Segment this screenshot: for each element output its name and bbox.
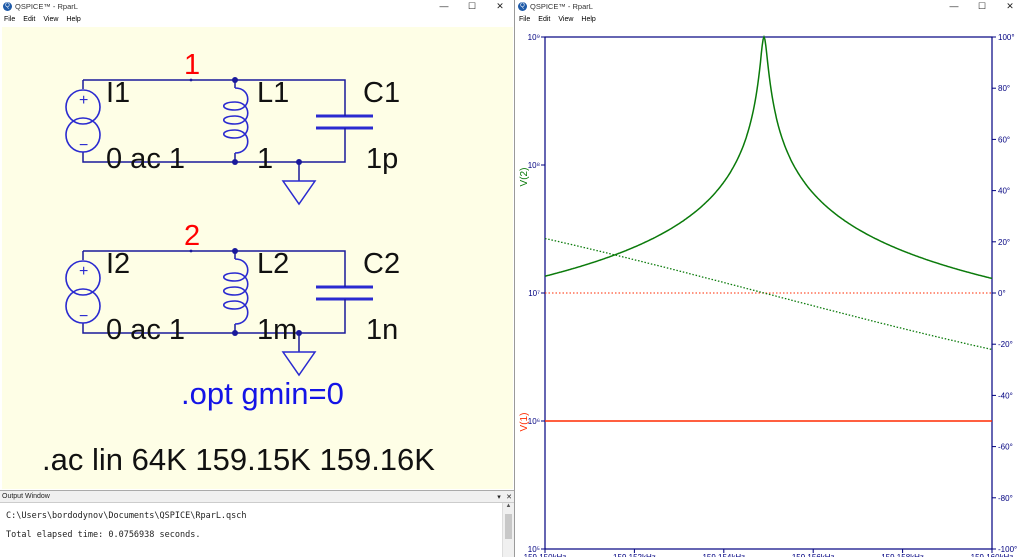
minimize-button[interactable]: — xyxy=(940,0,968,13)
inductor-value-l2[interactable]: 1m xyxy=(257,314,297,346)
output-window: Output Window ▾ ✕ C:\Users\bordodynov\Do… xyxy=(0,490,514,557)
plus-sign: + xyxy=(79,263,88,280)
plus-sign: + xyxy=(79,92,88,109)
capacitor-c1[interactable] xyxy=(316,114,373,130)
cap-value-c2[interactable]: 1n xyxy=(366,314,398,346)
y-right-tick-label: -40° xyxy=(998,391,1013,400)
menu-bar: File Edit View Help xyxy=(515,13,1024,25)
y-left-tick-label: 10⁹ xyxy=(528,33,540,42)
v2-magnitude-trace[interactable] xyxy=(544,34,993,280)
maximize-button[interactable]: ☐ xyxy=(968,0,996,13)
ground-symbol xyxy=(281,180,317,206)
minus-sign: − xyxy=(79,137,88,154)
title-bar[interactable]: Q QSPICE™ - RparL — ☐ ✕ xyxy=(0,0,514,13)
window-title: QSPICE™ - RparL xyxy=(530,2,593,11)
net-label-1[interactable]: 1 xyxy=(184,49,200,81)
scroll-up-icon[interactable]: ▲ xyxy=(503,503,514,513)
close-button[interactable]: ✕ xyxy=(486,0,514,13)
maximize-button[interactable]: ☐ xyxy=(458,0,486,13)
window-title: QSPICE™ - RparL xyxy=(15,2,78,11)
log-line: C:\Users\bordodynov\Documents\QSPICE\Rpa… xyxy=(6,511,247,521)
y-right-tick-label: -80° xyxy=(998,494,1013,503)
waveform-window: Q QSPICE™ - RparL — ☐ ✕ File Edit View H… xyxy=(514,0,1024,557)
output-window-title: Output Window xyxy=(2,493,50,500)
close-icon[interactable]: ✕ xyxy=(504,493,514,501)
menu-view[interactable]: View xyxy=(43,16,58,23)
menu-edit[interactable]: Edit xyxy=(23,16,35,23)
menu-file[interactable]: File xyxy=(4,16,15,23)
qspice-app-icon: Q xyxy=(518,2,527,11)
y-right-tick-label: -60° xyxy=(998,443,1013,452)
ground-symbol xyxy=(281,351,317,377)
inductor-l2[interactable] xyxy=(222,258,249,325)
capacitor-c2[interactable] xyxy=(316,285,373,301)
ac-directive[interactable]: .ac lin 64K 159.15K 159.16K xyxy=(42,442,435,477)
source-value-i2[interactable]: 0 ac 1 xyxy=(106,314,185,346)
y-left-tick-label: 10⁷ xyxy=(528,289,540,298)
trace-label-v1[interactable]: V(1) xyxy=(519,413,530,432)
menu-help[interactable]: Help xyxy=(581,16,595,23)
y-right-tick-label: -20° xyxy=(998,340,1013,349)
x-tick-label: 159.152kHz xyxy=(613,553,656,557)
menu-bar: File Edit View Help xyxy=(0,13,514,25)
x-tick-label: 159.154kHz xyxy=(702,553,745,557)
vertical-scrollbar[interactable]: ▲ xyxy=(502,503,514,557)
x-tick-label: 159.156kHz xyxy=(792,553,835,557)
plot-area[interactable]: 10⁵ 10⁶ 10⁷ 10⁸ 10⁹ 100° 80° 60° 40° 20° 0° -20° -40… xyxy=(515,27,1024,557)
y-right-tick-label: 20° xyxy=(998,238,1010,247)
x-tick-label: 159.150kHz xyxy=(524,553,567,557)
bode-plot[interactable]: 10⁵10⁶10⁷10⁸10⁹ 100°80°60°40°20°0°-20°-40… xyxy=(515,27,1024,557)
pin-icon[interactable]: ▾ xyxy=(494,493,504,501)
inductor-l1[interactable] xyxy=(222,87,249,154)
inductor-name-l2[interactable]: L2 xyxy=(257,248,289,280)
menu-file[interactable]: File xyxy=(519,16,530,23)
inductor-value-l1[interactable]: 1 xyxy=(257,143,273,175)
schematic-canvas[interactable]: + − 1 I1 0 ac 1 L1 1 C1 1p + − 2 I2 0 ac… xyxy=(2,27,513,489)
cap-name-c2[interactable]: C2 xyxy=(363,248,400,280)
log-line: Total elapsed time: 0.0756938 seconds. xyxy=(6,530,201,540)
menu-help[interactable]: Help xyxy=(66,16,80,23)
y-right-tick-label: 0° xyxy=(998,289,1006,298)
y-right-tick-label: 80° xyxy=(998,84,1010,93)
y-right-tick-label: 40° xyxy=(998,187,1010,196)
cap-name-c1[interactable]: C1 xyxy=(363,77,400,109)
inductor-name-l1[interactable]: L1 xyxy=(257,77,289,109)
source-name-i1[interactable]: I1 xyxy=(106,77,130,109)
y-right-tick-label: 100° xyxy=(998,33,1015,42)
output-window-header: Output Window ▾ ✕ xyxy=(0,491,514,503)
net-label-2[interactable]: 2 xyxy=(184,220,200,252)
y-right-tick-label: 60° xyxy=(998,135,1010,144)
qspice-app-icon: Q xyxy=(3,2,12,11)
menu-view[interactable]: View xyxy=(558,16,573,23)
opt-directive[interactable]: .opt gmin=0 xyxy=(181,376,344,411)
source-value-i1[interactable]: 0 ac 1 xyxy=(106,143,185,175)
scroll-thumb[interactable] xyxy=(505,514,512,539)
menu-edit[interactable]: Edit xyxy=(538,16,550,23)
trace-label-v2[interactable]: V(2) xyxy=(519,168,530,187)
schematic-window: Q QSPICE™ - RparL — ☐ ✕ File Edit View H… xyxy=(0,0,514,557)
minus-sign: − xyxy=(79,308,88,325)
output-log[interactable]: C:\Users\bordodynov\Documents\QSPICE\Rpa… xyxy=(0,503,502,557)
x-tick-label: 159.158kHz xyxy=(881,553,924,557)
cap-value-c1[interactable]: 1p xyxy=(366,143,398,175)
source-name-i2[interactable]: I2 xyxy=(106,248,130,280)
close-button[interactable]: ✕ xyxy=(996,0,1024,13)
minimize-button[interactable]: — xyxy=(430,0,458,13)
title-bar[interactable]: Q QSPICE™ - RparL — ☐ ✕ xyxy=(515,0,1024,13)
x-tick-label: 159.160kHz xyxy=(971,553,1014,557)
